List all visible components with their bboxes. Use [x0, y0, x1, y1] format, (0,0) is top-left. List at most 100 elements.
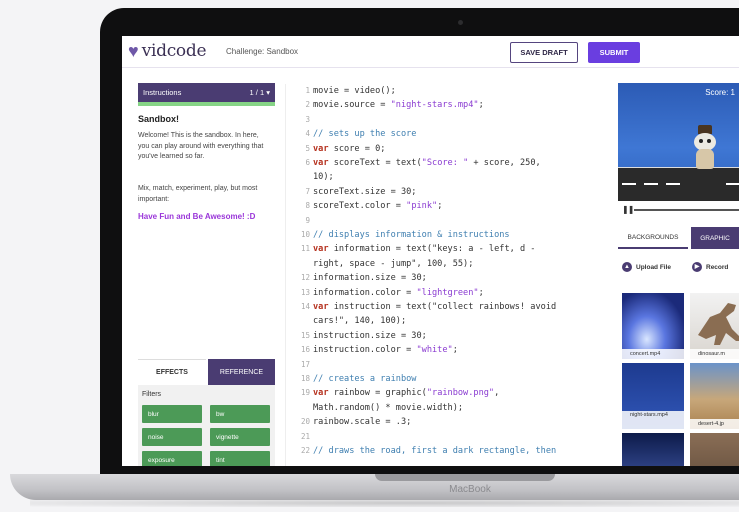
media-thumbnail[interactable]: concert.mp4	[622, 293, 684, 359]
dinosaur-icon	[698, 303, 739, 345]
code-line[interactable]: 16 instruction.color = "white";	[286, 345, 612, 355]
character-eye	[699, 139, 703, 143]
media-thumbnail[interactable]	[622, 433, 684, 466]
media-thumbnail[interactable]	[690, 433, 739, 466]
line-number: 22	[300, 446, 310, 455]
thumbnail-caption: night-stars.mp4	[622, 411, 684, 429]
thumbnail-caption: dinosaur.m	[690, 349, 739, 359]
filters-label: Filters	[142, 391, 162, 398]
challenge-title: Challenge: Sandbox	[226, 47, 299, 56]
filter-button-noise[interactable]: noise	[142, 428, 202, 446]
code-text: // sets up the score	[313, 129, 417, 140]
road-dash	[644, 183, 658, 185]
score-text: Score: 1	[705, 88, 735, 97]
code-line[interactable]: 9	[286, 216, 612, 226]
laptop-notch	[375, 474, 555, 481]
instructions-progress-bar	[138, 102, 275, 106]
code-line[interactable]: cars!", 140, 100);	[286, 316, 612, 326]
upload-file-button[interactable]: ▲ Upload File	[622, 262, 671, 272]
line-number: 1	[305, 86, 310, 95]
video-preview[interactable]: Score: 1	[618, 83, 739, 201]
line-number: 2	[305, 100, 310, 110]
code-line[interactable]: 7 scoreText.size = 30;	[286, 187, 612, 197]
code-line[interactable]: 15 instruction.size = 30;	[286, 331, 612, 341]
submit-button[interactable]: SUBMIT	[588, 42, 640, 63]
code-line[interactable]: 10// displays information & instructions	[286, 230, 612, 240]
code-line[interactable]: 20 rainbow.scale = .3;	[286, 417, 612, 427]
tab-backgrounds[interactable]: BACKGROUNDS	[618, 227, 688, 249]
code-line[interactable]: 13 information.color = "lightgreen";	[286, 288, 612, 298]
code-line[interactable]: right, space - jump", 100, 55);	[286, 259, 612, 269]
code-line[interactable]: 1 movie = video();	[286, 86, 612, 96]
character-body	[696, 149, 714, 169]
code-line[interactable]: 12 information.size = 30;	[286, 273, 612, 283]
record-label: Record	[706, 263, 729, 271]
code-text: Math.random() * movie.width);	[313, 402, 464, 413]
tab-effects[interactable]: EFFECTS	[138, 359, 206, 385]
stage: MacBook ♥ vidcode Challenge: Sandbox SAV…	[0, 0, 739, 512]
line-number: 3	[305, 114, 310, 124]
top-bar: ♥ vidcode Challenge: Sandbox SAVE DRAFT …	[122, 36, 739, 68]
code-text: var information = text("keys: a - left, …	[313, 244, 536, 255]
character-eye	[707, 139, 711, 143]
line-number: 21	[300, 431, 310, 441]
code-line[interactable]: 3	[286, 115, 612, 125]
code-editor[interactable]: 1 movie = video(); 2 movie.source = "night-…	[285, 84, 612, 466]
code-line[interactable]: 21	[286, 432, 612, 442]
tab-graphics[interactable]: GRAPHIC	[691, 227, 739, 249]
road-dash	[622, 183, 636, 185]
record-icon: ▶	[692, 262, 702, 272]
code-text: scoreText.color = "pink";	[313, 201, 443, 212]
pause-icon[interactable]: ❚❚	[622, 205, 634, 214]
logo[interactable]: ♥ vidcode	[128, 41, 207, 61]
code-line[interactable]: 5 var score = 0;	[286, 144, 612, 154]
media-thumbnail[interactable]: dinosaur.m	[690, 293, 739, 359]
code-line[interactable]: 17	[286, 360, 612, 370]
filter-button-bw[interactable]: bw	[210, 405, 270, 423]
code-line[interactable]: 6 var scoreText = text("Score: " + score,…	[286, 158, 612, 168]
instructions-paragraph: Mix, match, experiment, play, but most i…	[138, 185, 258, 203]
playback-slider[interactable]	[634, 209, 739, 211]
filter-button-tint[interactable]: tint	[210, 451, 270, 466]
logo-text: vidcode	[141, 41, 207, 61]
code-line[interactable]: 11 var information = text("keys: a - left…	[286, 244, 612, 254]
instructions-page-select[interactable]: 1 / 1 ▾	[250, 88, 270, 97]
code-text: // displays information & instructions	[313, 230, 510, 240]
instructions-highlight: Have Fun and Be Awesome! :D	[138, 212, 256, 221]
code-line[interactable]: 22// draws the road, first a dark rectan…	[286, 446, 612, 456]
tab-reference[interactable]: REFERENCE	[208, 359, 275, 385]
code-line[interactable]: 10);	[286, 172, 612, 182]
media-thumbnail[interactable]: night-stars.mp4	[622, 363, 684, 429]
instructions-panel: Instructions 1 / 1 ▾ Sandbox! Welcome! T…	[122, 69, 282, 466]
preview-panel: Score: 1 ❚❚ BACKGROUNDS GRAPHIC ▲ Upload…	[618, 69, 739, 466]
filter-button-exposure[interactable]: exposure	[142, 451, 202, 466]
media-thumbnail[interactable]: desert-4.jp	[690, 363, 739, 429]
code-line[interactable]: Math.random() * movie.width);	[286, 403, 612, 413]
code-line[interactable]: 2 movie.source = "night-stars.mp4";	[286, 100, 612, 110]
device-brand: MacBook	[449, 484, 491, 495]
line-number: 8	[305, 201, 310, 211]
laptop-base	[10, 474, 739, 500]
save-draft-button[interactable]: SAVE DRAFT	[510, 42, 578, 63]
instructions-paragraph: Welcome! This is the sandbox. In here, y…	[138, 132, 264, 160]
thumbnail-caption: desert-4.jp	[690, 419, 739, 429]
code-text: instruction.color = "white";	[313, 345, 458, 356]
upload-file-label: Upload File	[636, 263, 672, 271]
line-number: 4	[305, 129, 310, 139]
code-line[interactable]: 18// creates a rainbow	[286, 374, 612, 384]
record-button[interactable]: ▶ Record	[692, 262, 728, 272]
code-line[interactable]: 8 scoreText.color = "pink";	[286, 201, 612, 211]
filter-button-vignette[interactable]: vignette	[210, 428, 270, 446]
code-text: var instruction = text("collect rainbows…	[313, 302, 557, 312]
filters-box: Filters blur bw noise vignette exposure …	[138, 385, 275, 466]
code-line[interactable]: 4// sets up the score	[286, 129, 612, 139]
code-line[interactable]: 19 var rainbow = graphic("rainbow.png",	[286, 388, 612, 398]
line-number: 9	[305, 215, 310, 225]
filter-button-blur[interactable]: blur	[142, 405, 202, 423]
code-text: scoreText.size = 30;	[313, 186, 417, 197]
instructions-header[interactable]: Instructions 1 / 1 ▾	[138, 83, 275, 102]
line-number: 20	[300, 417, 310, 427]
code-text: movie = video();	[313, 86, 396, 96]
line-number: 12	[300, 273, 310, 283]
code-line[interactable]: 14 var instruction = text("collect rainbo…	[286, 302, 612, 312]
